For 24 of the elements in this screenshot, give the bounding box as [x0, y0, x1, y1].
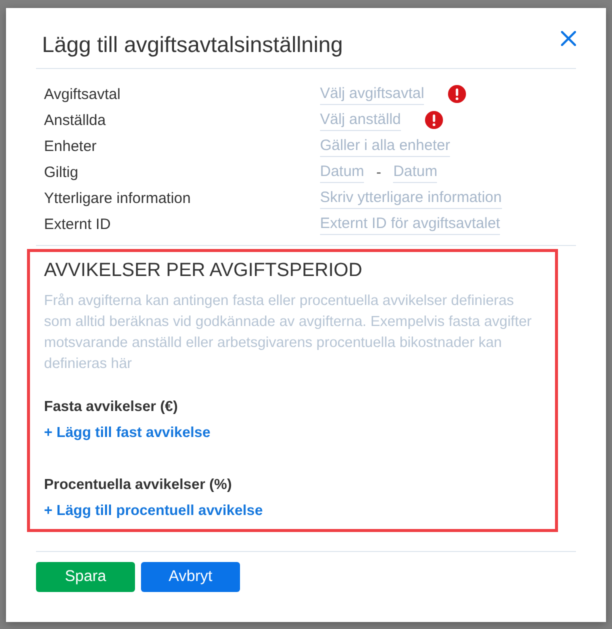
- dialog-title: Lägg till avgiftsavtalsinställning: [42, 31, 343, 59]
- range-separator: -: [376, 164, 382, 180]
- add-link[interactable]: + Lägg till fast avvikelse: [44, 424, 210, 442]
- field-label: Ytterligare information: [44, 190, 192, 206]
- section-heading: AVVIKELSER PER AVGIFTSPERIOD: [44, 259, 362, 283]
- close-icon[interactable]: [561, 31, 576, 46]
- field-label: Avgiftsavtal: [44, 86, 122, 102]
- description-text: Från avgifterna kan antingen fasta eller procentuella avvikelser definieras som alltid beräknas vid godkännade av avgifterna. Exempelvis fasta avgifter motsvarande anställd eller arbetsgivarens procentuella bikostnader kan definieras här: [44, 292, 533, 374]
- save-button[interactable]: Spara: [36, 562, 135, 592]
- group-heading: Fasta avvikelser (€): [44, 398, 178, 416]
- date-field[interactable]: Datum: [320, 161, 364, 183]
- field-label: Giltig: [44, 164, 80, 180]
- select-field[interactable]: Gäller i alla enheter: [320, 135, 450, 157]
- add-link[interactable]: + Lägg till procentuell avvikelse: [44, 502, 263, 520]
- cancel-button[interactable]: Avbryt: [141, 562, 240, 592]
- text-field[interactable]: Externt ID för avgiftsavtalet: [320, 213, 500, 235]
- text-field[interactable]: Skriv ytterligare information: [320, 187, 502, 209]
- group-heading: Procentuella avvikelser (%): [44, 476, 232, 494]
- field-label: Enheter: [44, 138, 98, 154]
- field-label: Anställda: [44, 112, 107, 128]
- date-field[interactable]: Datum: [393, 161, 438, 183]
- field-label: Externt ID: [44, 216, 112, 232]
- select-field[interactable]: Välj anställd: [320, 109, 401, 131]
- select-field[interactable]: Välj avgiftsavtal: [320, 83, 424, 105]
